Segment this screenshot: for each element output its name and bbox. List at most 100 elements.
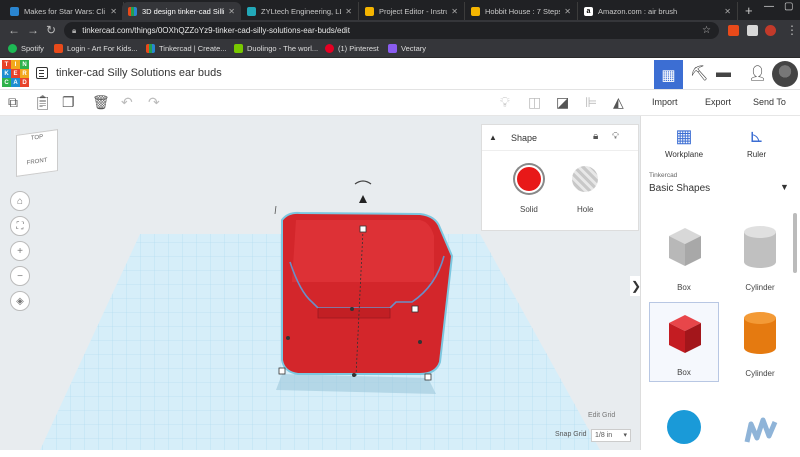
new-tab-button[interactable]: + [745, 3, 753, 18]
solid-color-button[interactable] [515, 165, 543, 193]
shape-card-sphere[interactable] [649, 388, 719, 450]
design-list-icon[interactable] [36, 67, 48, 79]
corner-handle[interactable] [424, 373, 432, 381]
pickaxe-icon[interactable]: ⛏︎ [690, 64, 709, 82]
paste-icon[interactable]: 📋︎ [34, 94, 52, 111]
chevron-down-icon[interactable]: ▼ [780, 182, 789, 192]
minimize-icon[interactable]: — [764, 1, 774, 12]
shape-card-cylinder-solid[interactable]: Cylinder [725, 302, 795, 382]
rotate-arrow-icon[interactable] [354, 180, 372, 185]
profile-icon[interactable] [765, 25, 776, 36]
solid-label: Solid [520, 205, 538, 214]
bookmark-item[interactable]: Vectary [388, 44, 426, 53]
forward-arrow-icon[interactable]: → [27, 23, 39, 37]
edit-grid-button[interactable]: Edit Grid [588, 412, 615, 419]
shape-card-box-hole[interactable]: Box [649, 216, 719, 296]
browser-tab[interactable]: Makes for Star Wars: Cli ✕ [4, 2, 124, 20]
mirror-icon[interactable]: ◭ [613, 94, 624, 111]
shape-card-label: Cylinder [745, 369, 775, 378]
shape-card-cylinder-hole[interactable]: Cylinder [725, 216, 795, 296]
logo-tile: I [11, 60, 20, 69]
duplicate-icon[interactable]: ❐ [62, 94, 75, 111]
lift-cone-icon[interactable] [359, 195, 367, 203]
close-tab-icon[interactable]: ✕ [451, 7, 458, 16]
lightbulb-icon[interactable]: 💡︎ [500, 94, 510, 111]
browser-tab[interactable]: ZYLtech Engineering, LL ✕ [241, 2, 359, 20]
side-handle[interactable] [411, 305, 419, 313]
zoom-in-icon[interactable]: + [10, 241, 30, 261]
view-cube-front[interactable]: FRONT [17, 156, 57, 168]
maximize-icon[interactable]: ▢ [784, 1, 793, 12]
close-tab-icon[interactable]: ✕ [228, 7, 235, 16]
extension-icon[interactable] [747, 25, 758, 36]
perspective-icon[interactable]: ◈ [10, 291, 30, 311]
shape-card-scribble[interactable] [725, 388, 795, 450]
tab-label: ZYLtech Engineering, LL [261, 6, 342, 16]
reload-icon[interactable]: ↻ [46, 23, 56, 37]
center-handle[interactable] [350, 307, 354, 311]
height-handle[interactable] [359, 225, 367, 233]
panel-expand-chevron-icon[interactable]: ❯ [630, 276, 640, 296]
ruler-tool[interactable]: ⊾ Ruler [747, 126, 766, 159]
bookmark-item[interactable]: Login - Art For Kids... [54, 44, 137, 53]
design-title[interactable]: tinker-cad Silly Solutions ear buds [56, 67, 222, 79]
bookmark-item[interactable]: Tinkercad | Create... [146, 44, 227, 53]
visibility-bulb-icon[interactable]: 💡︎ [612, 131, 619, 142]
library-category-select[interactable]: Basic Shapes [649, 183, 710, 194]
bricks-icon[interactable]: ▬ [716, 64, 731, 81]
workplane-tool-label: Workplane [665, 150, 704, 159]
ungroup-icon[interactable]: ◪ [556, 94, 569, 111]
add-user-icon[interactable]: 👤︎ [748, 64, 767, 82]
copy-icon[interactable]: ⧉ [8, 94, 18, 111]
zoom-out-icon[interactable]: − [10, 266, 30, 286]
hole-button[interactable] [572, 166, 598, 192]
snap-grid-select[interactable]: 1/8 in [591, 429, 631, 442]
redo-icon[interactable]: ↷ [148, 94, 160, 111]
group-icon[interactable]: ◫ [528, 94, 541, 111]
more-menu-icon[interactable]: ⋮ [786, 23, 798, 37]
library-scrollbar[interactable] [793, 213, 797, 273]
tinkercad-logo[interactable]: T I N K E R C A D [2, 60, 29, 87]
tab-favicon-icon [247, 6, 256, 16]
undo-icon[interactable]: ↶ [121, 94, 133, 111]
delete-icon[interactable]: 🗑︎ [92, 94, 110, 111]
close-tab-icon[interactable]: ✕ [724, 7, 731, 16]
workplane-canvas[interactable]: TOP FRONT ⌂ ⛶ + − ◈ ▲ Shape 🔒︎ 💡︎ Solid … [0, 116, 640, 450]
workplane-tool[interactable]: ▦ Workplane [665, 126, 703, 159]
lock-icon[interactable]: 🔒︎ [593, 131, 598, 142]
bookmark-label: Vectary [401, 44, 427, 53]
fit-view-icon[interactable]: ⛶ [10, 216, 30, 236]
extension-icon[interactable] [728, 25, 739, 36]
shape-card-box-solid[interactable]: Box [649, 302, 719, 382]
tab-favicon-icon [128, 6, 137, 16]
view-cube-top[interactable]: TOP [17, 132, 57, 144]
bookmark-star-icon[interactable]: ☆ [702, 25, 711, 36]
send-to-button[interactable]: Send To [753, 97, 786, 107]
corner-handle[interactable] [278, 367, 286, 375]
export-button[interactable]: Export [705, 97, 731, 107]
grid-view-button[interactable]: ▦ [654, 60, 683, 89]
bottom-handle[interactable] [352, 373, 356, 377]
close-tab-icon[interactable]: ✕ [564, 7, 571, 16]
browser-tab-active[interactable]: 3D design tinker-cad Silli ✕ [122, 2, 241, 20]
browser-tab[interactable]: a Amazon.com : air brush ✕ [578, 2, 738, 20]
close-tab-icon[interactable]: ✕ [345, 7, 352, 16]
view-cube[interactable]: TOP FRONT [16, 129, 58, 177]
browser-tab[interactable]: Project Editor - Instructa ✕ [359, 2, 465, 20]
bookmark-item[interactable]: (1) Pinterest [325, 44, 379, 53]
url-field[interactable]: 🔒︎ tinkercad.com/things/0OXhQZZoYz9-tink… [64, 22, 719, 39]
home-view-icon[interactable]: ⌂ [10, 191, 30, 211]
side-handle[interactable] [286, 336, 290, 340]
back-arrow-icon[interactable]: ← [8, 23, 20, 37]
close-tab-icon[interactable]: ✕ [110, 7, 117, 16]
box-cutout-notch [317, 308, 391, 319]
bookmarks-bar: Spotify Login - Art For Kids... Tinkerca… [0, 42, 800, 58]
avatar[interactable] [772, 61, 798, 87]
collapse-caret-icon[interactable]: ▲ [489, 133, 497, 142]
align-icon[interactable]: ⊫ [585, 94, 597, 111]
import-button[interactable]: Import [652, 97, 678, 107]
bookmark-item[interactable]: Spotify [8, 44, 44, 53]
browser-tab[interactable]: Hobbit House : 7 Steps ✕ [465, 2, 578, 20]
bookmark-item[interactable]: Duolingo - The worl... [234, 44, 318, 53]
side-handle[interactable] [418, 340, 422, 344]
